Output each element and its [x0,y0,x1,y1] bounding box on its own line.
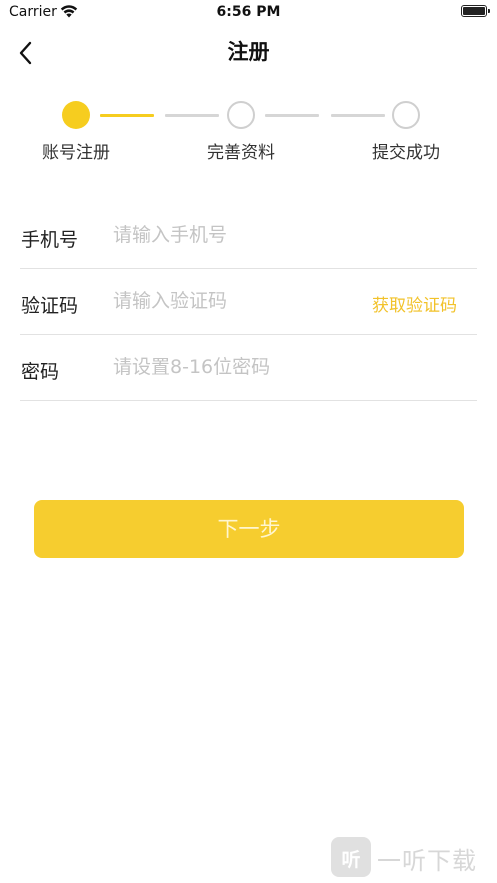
next-button[interactable]: 下一步 [34,500,464,558]
step-1-label: 账号注册 [42,143,110,163]
step-1-indicator [62,101,90,129]
password-row: 密码 [20,335,477,401]
get-code-button[interactable]: 获取验证码 [372,291,457,316]
step-3-label: 提交成功 [372,143,440,163]
watermark-logo-text: 听 [341,849,361,871]
watermark-logo: 听 [331,837,371,877]
password-input[interactable] [113,349,353,385]
step-connector [265,114,319,117]
watermark: 听 一听下载 [331,835,491,879]
battery-icon [461,5,490,17]
registration-steps: 账号注册 完善资料 提交成功 [0,98,497,168]
code-row: 验证码 获取验证码 [20,269,477,335]
page-title: 注册 [227,40,270,64]
step-3-indicator [392,101,420,129]
step-2-indicator [227,101,255,129]
step-2-label: 完善资料 [207,143,275,163]
step-connector [331,114,385,117]
code-input[interactable] [113,283,333,319]
password-label: 密码 [21,361,60,383]
nav-bar: 注册 [0,26,497,76]
phone-label: 手机号 [21,229,79,251]
step-connector [165,114,219,117]
status-time: 6:56 PM [216,4,281,20]
status-bar: Carrier 6:56 PM [0,0,497,26]
watermark-text: 一听下载 [377,847,477,875]
phone-input[interactable] [113,217,353,253]
step-connector [100,114,154,117]
code-label: 验证码 [21,295,79,317]
phone-row: 手机号 [20,203,477,269]
